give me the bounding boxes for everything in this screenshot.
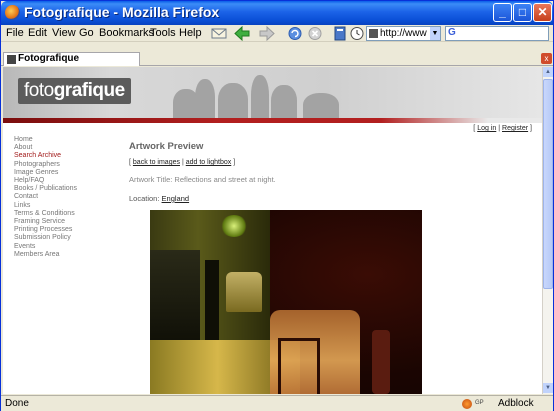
register-link[interactable]: Register	[502, 125, 528, 132]
account-links: [ Log in | Register ]	[473, 125, 532, 132]
nav-submission-policy[interactable]: Submission Policy	[14, 234, 77, 242]
url-input[interactable]: http://www ▼	[366, 26, 441, 41]
back-to-images-link[interactable]: back to images	[133, 159, 180, 166]
nav-help-faq[interactable]: Help/FAQ	[14, 177, 77, 185]
artwork-actions: [ back to images | add to lightbox ]	[129, 159, 529, 166]
nav-printing-processes[interactable]: Printing Processes	[14, 226, 77, 234]
reload-icon[interactable]	[287, 26, 303, 41]
bookmark-book-icon[interactable]	[332, 26, 348, 41]
artwork-preview: Artwork Preview [ back to images | add t…	[129, 141, 529, 203]
status-bar: Done GP Adblock	[1, 395, 553, 411]
firefox-status-icon[interactable]	[462, 399, 472, 409]
browser-window: Fotografique - Mozilla Firefox _ □ ✕ Fil…	[0, 0, 554, 411]
site-logo[interactable]: fotografique	[18, 78, 131, 104]
logo-text-light: foto	[24, 80, 54, 101]
location-label: Location:	[129, 194, 160, 203]
nav-image-genres[interactable]: Image Genres	[14, 169, 77, 177]
mail-icon[interactable]	[211, 26, 227, 41]
add-to-lightbox-link[interactable]: add to lightbox	[186, 159, 232, 166]
scroll-up-icon[interactable]: ▲	[543, 67, 553, 77]
menu-help[interactable]: Help	[179, 27, 202, 39]
photo-chair	[278, 338, 320, 394]
history-clock-icon[interactable]	[349, 26, 365, 41]
tab-favicon-icon	[7, 55, 16, 64]
nav-contact[interactable]: Contact	[14, 193, 77, 201]
nav-photographers[interactable]: Photographers	[14, 161, 77, 169]
bracket: [	[129, 159, 131, 166]
url-dropdown-icon[interactable]: ▼	[430, 27, 440, 40]
bracket: ]	[530, 125, 532, 132]
site-nav: Home About Search Archive Photographers …	[14, 136, 77, 259]
logo-text-bold: grafique	[53, 80, 125, 101]
banner-figure	[303, 93, 339, 119]
status-text: Done	[5, 398, 29, 409]
tab-bar: Fotografique	[1, 51, 553, 66]
tab-close-icon[interactable]: x	[541, 53, 552, 64]
tab-fotografique[interactable]: Fotografique	[3, 52, 140, 66]
url-value: http://www	[380, 28, 427, 39]
google-search-icon[interactable]: G	[448, 27, 456, 38]
site-favicon-icon	[369, 29, 378, 38]
menu-view[interactable]: View	[52, 27, 76, 39]
stop-icon[interactable]	[307, 26, 323, 41]
location-link[interactable]: England	[162, 194, 190, 203]
photo-shadow	[150, 250, 200, 350]
nav-books-publications[interactable]: Books / Publications	[14, 185, 77, 193]
nav-terms[interactable]: Terms & Conditions	[14, 210, 77, 218]
bracket: [	[473, 125, 476, 132]
menu-edit[interactable]: Edit	[28, 27, 47, 39]
banner-figure	[271, 85, 297, 119]
menu-file[interactable]: File	[6, 27, 24, 39]
banner-figure	[251, 75, 269, 119]
menu-tools[interactable]: Tools	[150, 27, 176, 39]
menu-go[interactable]: Go	[79, 27, 94, 39]
page-content: fotografique [ Log in | Register ] Home …	[3, 67, 542, 394]
bracket: ]	[233, 159, 236, 166]
firefox-icon	[5, 5, 20, 20]
nav-links[interactable]: Links	[14, 202, 77, 210]
banner-figure	[195, 79, 215, 119]
artwork-title: Artwork Title: Reflections and street at…	[129, 175, 276, 184]
nav-search-archive[interactable]: Search Archive	[14, 152, 77, 160]
title-bar[interactable]: Fotografique - Mozilla Firefox _ □ ✕	[1, 1, 553, 25]
gp-label: GP	[475, 400, 484, 406]
page-title: Artwork Preview	[129, 141, 204, 152]
header-divider	[3, 118, 542, 123]
forward-arrow-icon[interactable]	[259, 26, 275, 41]
nav-framing-service[interactable]: Framing Service	[14, 218, 77, 226]
close-button[interactable]: ✕	[533, 3, 552, 22]
login-link[interactable]: Log in	[477, 125, 496, 132]
maximize-button[interactable]: □	[513, 3, 532, 22]
search-input[interactable]: G	[445, 26, 549, 41]
photo-chair-back	[372, 330, 390, 394]
menu-bookmarks[interactable]: Bookmarks	[99, 27, 154, 39]
scroll-thumb[interactable]	[543, 79, 553, 289]
tab-label: Fotografique	[18, 53, 80, 64]
nav-about[interactable]: About	[14, 144, 77, 152]
vertical-scrollbar[interactable]: ▲ ▼	[542, 67, 553, 394]
minimize-button[interactable]: _	[493, 3, 512, 22]
adblock-button[interactable]: Adblock	[498, 398, 534, 409]
separator: |	[181, 159, 184, 166]
nav-events[interactable]: Events	[14, 243, 77, 251]
nav-home[interactable]: Home	[14, 136, 77, 144]
photo-street-light	[220, 215, 248, 237]
scroll-down-icon[interactable]: ▼	[543, 383, 553, 393]
back-arrow-icon[interactable]	[234, 26, 250, 41]
window-title: Fotografique - Mozilla Firefox	[24, 4, 220, 20]
photo-car-glow	[226, 272, 262, 312]
artwork-image[interactable]	[150, 210, 422, 394]
nav-members-area[interactable]: Members Area	[14, 251, 77, 259]
site-header-banner: fotografique	[3, 67, 542, 119]
separator: |	[498, 125, 501, 132]
banner-figure	[218, 83, 248, 119]
artwork-location: Location: England	[129, 194, 529, 203]
